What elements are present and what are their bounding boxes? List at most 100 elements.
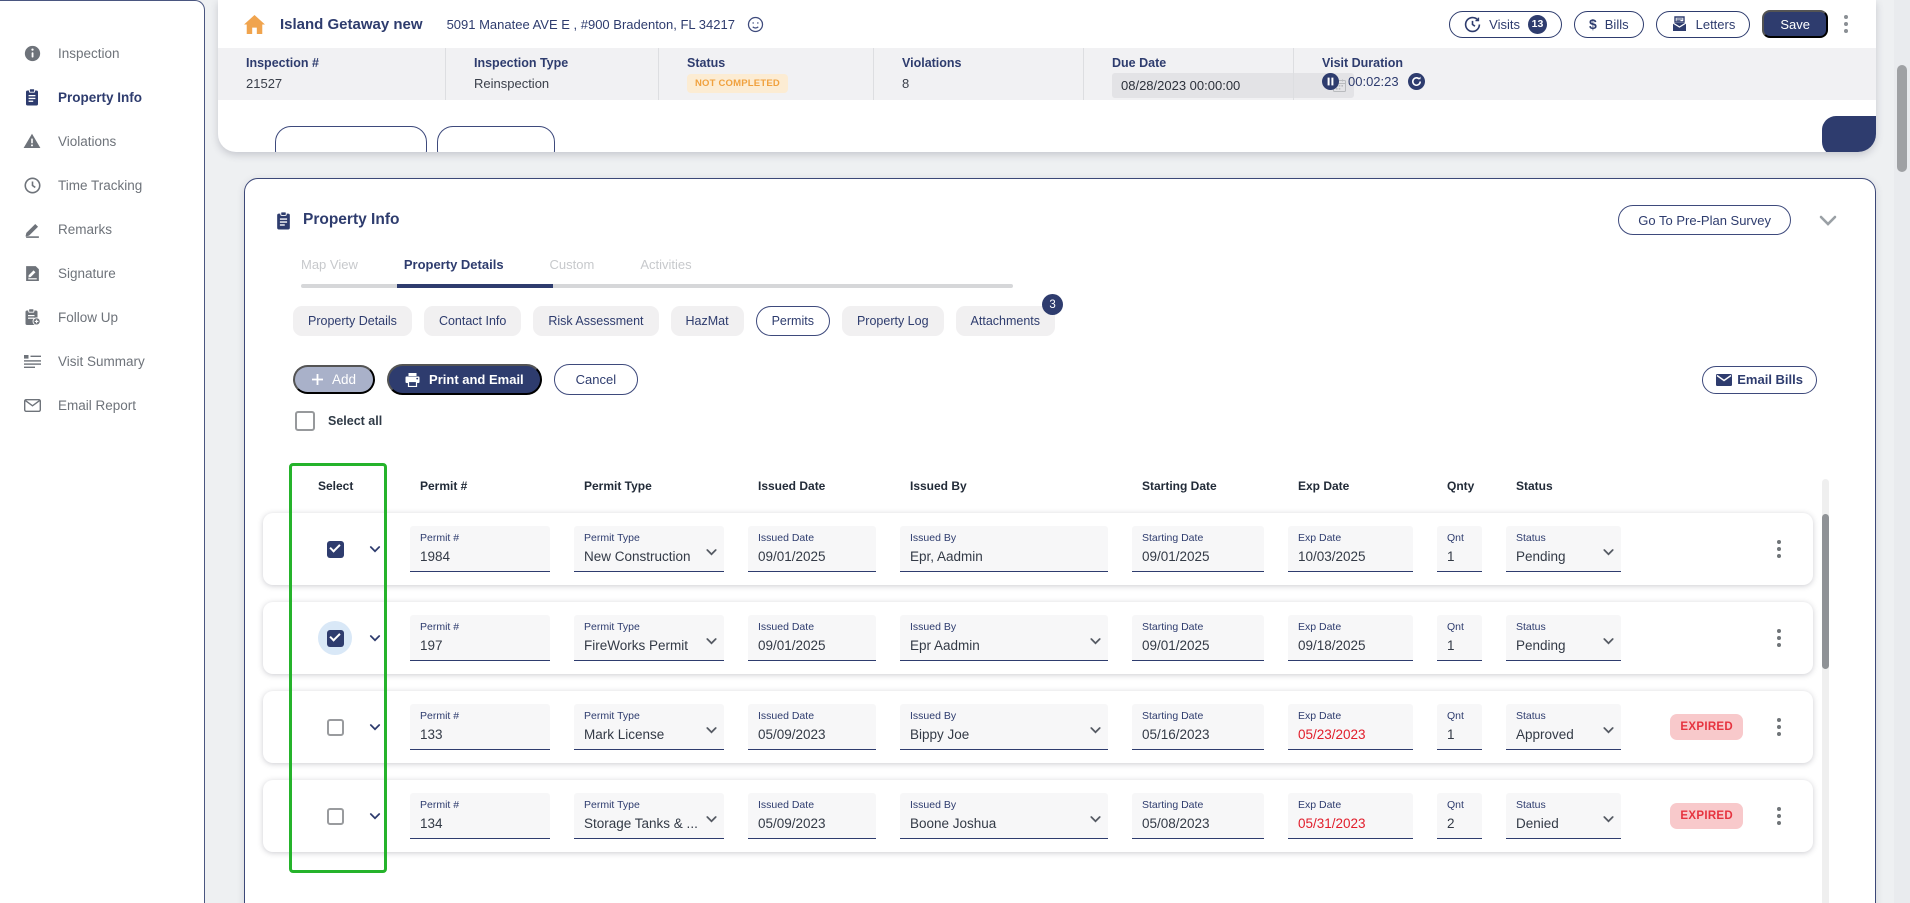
- status-select[interactable]: StatusApproved: [1506, 704, 1621, 750]
- street-view-icon[interactable]: [747, 16, 764, 33]
- chip-attachments[interactable]: Attachments3: [956, 306, 1055, 336]
- permit-number-field[interactable]: Permit #197: [410, 615, 550, 661]
- issued-date-field[interactable]: Issued Date05/09/2023: [748, 704, 876, 750]
- field-label: Qnt: [1447, 621, 1472, 633]
- signature-icon: [23, 264, 41, 282]
- panel-title: Property Info: [303, 211, 399, 229]
- inspection-number-cell: Inspection # 21527: [218, 48, 445, 100]
- quantity-field[interactable]: Qnt1: [1437, 704, 1482, 750]
- sidebar-item-violations[interactable]: Violations: [0, 123, 204, 159]
- row-checkbox[interactable]: [327, 808, 344, 825]
- status-select[interactable]: StatusDenied: [1506, 793, 1621, 839]
- sidebar-item-remarks[interactable]: Remarks: [0, 211, 204, 247]
- cancel-button[interactable]: Cancel: [554, 364, 638, 395]
- field-label: Starting Date: [1142, 532, 1254, 544]
- quantity-field[interactable]: Qnt1: [1437, 615, 1482, 661]
- visits-button[interactable]: Visits 13: [1449, 11, 1562, 38]
- row-expand-caret[interactable]: [360, 724, 390, 731]
- row-expand-caret[interactable]: [360, 813, 390, 820]
- issued-by-select[interactable]: Issued ByEpr Aadmin: [900, 615, 1108, 661]
- sidebar-item-time-tracking[interactable]: Time Tracking: [0, 167, 204, 203]
- issued-date-field[interactable]: Issued Date09/01/2025: [748, 526, 876, 572]
- print-and-email-button[interactable]: Print and Email: [387, 364, 542, 395]
- row-menu-kebab[interactable]: [1773, 625, 1785, 651]
- chip-count-badge: 3: [1042, 294, 1063, 315]
- row-checkbox[interactable]: [327, 719, 344, 736]
- tab-activities[interactable]: Activities: [640, 257, 691, 272]
- field-label: Starting Date: [1142, 621, 1254, 633]
- collapse-panel-chevron-icon[interactable]: [1819, 215, 1837, 226]
- issued-by-select[interactable]: Issued ByBoone Joshua: [900, 793, 1108, 839]
- add-button[interactable]: Add: [293, 365, 375, 394]
- bills-button[interactable]: $ Bills: [1574, 11, 1644, 38]
- exp-date-field[interactable]: Exp Date05/23/2023: [1288, 704, 1413, 750]
- pause-icon[interactable]: [1322, 73, 1339, 90]
- quantity-field[interactable]: Qnt1: [1437, 526, 1482, 572]
- permit-type-select[interactable]: Permit TypeNew Construction: [574, 526, 724, 572]
- sidebar-item-follow-up[interactable]: Follow Up: [0, 299, 204, 335]
- due-date-value: 08/28/2023 00:00:00: [1121, 78, 1240, 93]
- starting-date-field[interactable]: Starting Date09/01/2025: [1132, 615, 1264, 661]
- quantity-field[interactable]: Qnt2: [1437, 793, 1482, 839]
- chip-property-log[interactable]: Property Log: [842, 306, 944, 336]
- clipboard-icon: [275, 211, 292, 230]
- tab-property-details[interactable]: Property Details: [404, 257, 504, 272]
- go-to-pre-plan-survey-button[interactable]: Go To Pre-Plan Survey: [1618, 205, 1791, 235]
- header-kebab-menu[interactable]: [1840, 11, 1852, 37]
- add-label: Add: [332, 372, 356, 387]
- page-scrollbar-thumb[interactable]: [1897, 65, 1907, 172]
- row-menu-kebab[interactable]: [1773, 803, 1785, 829]
- row-expand-caret[interactable]: [360, 546, 390, 553]
- permit-type-select[interactable]: Permit TypeMark License: [574, 704, 724, 750]
- starting-date-field[interactable]: Starting Date09/01/2025: [1132, 526, 1264, 572]
- column-header-permit: Permit #: [410, 479, 550, 493]
- issued-date-field[interactable]: Issued Date09/01/2025: [748, 615, 876, 661]
- cut-off-button-2[interactable]: [437, 126, 555, 152]
- exp-date-field[interactable]: Exp Date10/03/2025: [1288, 526, 1413, 572]
- tab-custom[interactable]: Custom: [550, 257, 595, 272]
- sidebar-item-inspection[interactable]: Inspection: [0, 35, 204, 71]
- chip-hazmat[interactable]: HazMat: [671, 306, 744, 336]
- sidebar-item-visit-summary[interactable]: Visit Summary: [0, 343, 204, 379]
- starting-date-field[interactable]: Starting Date05/08/2023: [1132, 793, 1264, 839]
- email-bills-button[interactable]: Email Bills: [1702, 366, 1817, 394]
- row-menu-kebab[interactable]: [1773, 536, 1785, 562]
- sidebar-item-email-report[interactable]: Email Report: [0, 387, 204, 423]
- status-select[interactable]: StatusPending: [1506, 615, 1621, 661]
- field-value: Epr Aadmin: [910, 638, 1098, 653]
- cut-off-button-3[interactable]: [1822, 116, 1876, 152]
- restart-timer-icon[interactable]: [1408, 73, 1425, 90]
- sidebar-item-signature[interactable]: Signature: [0, 255, 204, 291]
- permit-number-field[interactable]: Permit #1984: [410, 526, 550, 572]
- starting-date-field[interactable]: Starting Date05/16/2023: [1132, 704, 1264, 750]
- exp-date-field[interactable]: Exp Date09/18/2025: [1288, 615, 1413, 661]
- select-all-checkbox[interactable]: [295, 411, 315, 431]
- field-value: 09/18/2025: [1298, 638, 1403, 653]
- chip-contact-info[interactable]: Contact Info: [424, 306, 521, 336]
- save-button[interactable]: Save: [1762, 10, 1828, 38]
- field-label: Permit #: [420, 710, 540, 722]
- sidebar-item-property-info[interactable]: Property Info: [0, 79, 204, 115]
- permit-type-select[interactable]: Permit TypeFireWorks Permit: [574, 615, 724, 661]
- chip-property-details[interactable]: Property Details: [293, 306, 412, 336]
- chip-permits[interactable]: Permits: [756, 306, 830, 336]
- permit-type-select[interactable]: Permit TypeStorage Tanks & ...: [574, 793, 724, 839]
- issued-date-field[interactable]: Issued Date05/09/2023: [748, 793, 876, 839]
- chip-risk-assessment[interactable]: Risk Assessment: [533, 306, 658, 336]
- status-select[interactable]: StatusPending: [1506, 526, 1621, 572]
- row-expand-caret[interactable]: [360, 635, 390, 642]
- exp-date-field[interactable]: Exp Date05/31/2023: [1288, 793, 1413, 839]
- row-checkbox[interactable]: [327, 541, 344, 558]
- row-menu-kebab[interactable]: [1773, 714, 1785, 740]
- row-checkbox[interactable]: [327, 630, 344, 647]
- issued-by-select[interactable]: Issued ByBippy Joe: [900, 704, 1108, 750]
- permit-number-field[interactable]: Permit #133: [410, 704, 550, 750]
- tab-map-view[interactable]: Map View: [301, 257, 358, 272]
- permit-number-field[interactable]: Permit #134: [410, 793, 550, 839]
- letters-button[interactable]: Letters: [1656, 11, 1751, 38]
- issued-by-select[interactable]: Issued ByEpr, Aadmin: [900, 526, 1108, 572]
- visits-label: Visits: [1489, 17, 1520, 32]
- page-scrollbar-track[interactable]: [1894, 0, 1910, 903]
- cut-off-button-1[interactable]: [275, 126, 427, 152]
- table-scrollbar-thumb[interactable]: [1822, 514, 1829, 669]
